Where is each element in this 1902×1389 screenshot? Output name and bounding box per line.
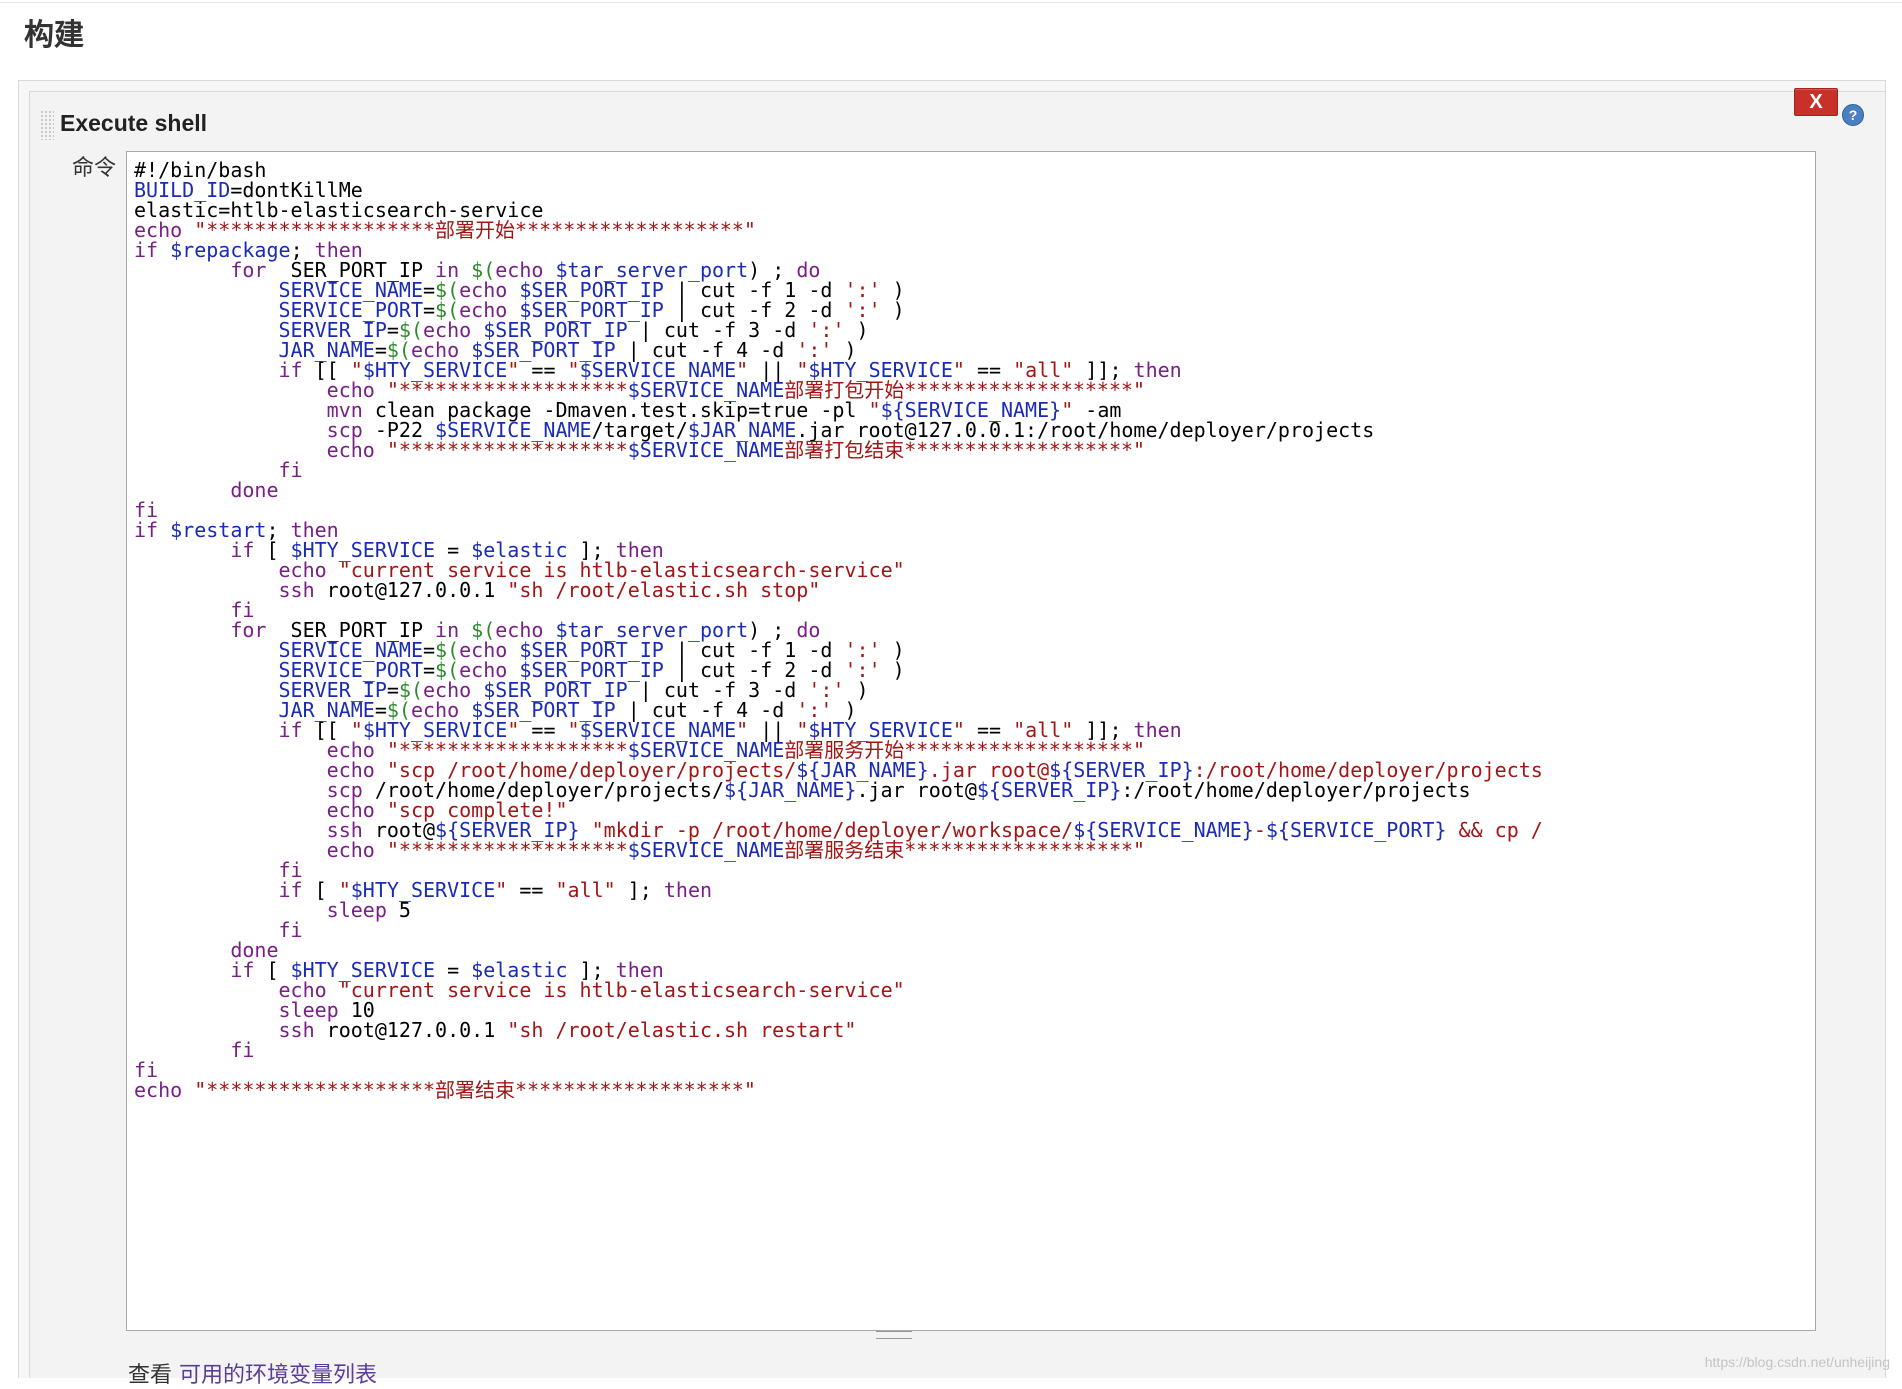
code-line: scp /root/home/deployer/projects/${JAR_N… bbox=[326, 778, 1471, 802]
code-line: sleep 5 bbox=[326, 898, 411, 922]
code-line: fi bbox=[230, 598, 255, 622]
code-line: ssh root@${SERVER_IP} "mkdir -p /root/ho… bbox=[326, 818, 1543, 842]
code-line: fi bbox=[134, 1058, 159, 1082]
command-code[interactable]: #!/bin/bash BUILD_ID=dontKillMe elastic=ht… bbox=[134, 160, 1543, 1100]
code-line: echo "*******************$SERVICE_NAME部署… bbox=[326, 738, 1146, 762]
code-line: SERVICE_NAME=$(echo $SER_PORT_IP | cut -… bbox=[278, 278, 905, 302]
code-line: ssh root@127.0.0.1 "sh /root/elastic.sh … bbox=[278, 578, 821, 602]
step-title: Execute shell bbox=[60, 110, 208, 136]
build-step-inner: Execute shell X ? 命令 #!/bin/bash BUILD_ID… bbox=[29, 88, 1885, 1388]
code-line: if [[ "$HTY_SERVICE" == "$SERVICE_NAME" … bbox=[278, 358, 1182, 382]
code-line: if [ $HTY_SERVICE = $elastic ]; then bbox=[230, 538, 664, 562]
section-title: 构建 bbox=[24, 18, 84, 53]
watermark: https://blog.csdn.net/unheijing bbox=[1704, 1354, 1890, 1370]
code-line: mvn clean package -Dmaven.test.skip=true… bbox=[326, 398, 1122, 422]
code-line: echo "*******************部署开始***********… bbox=[134, 218, 756, 242]
code-line: JAR_NAME=$(echo $SER_PORT_IP | cut -f 4 … bbox=[278, 338, 857, 362]
code-line: done bbox=[230, 938, 279, 962]
code-line: done bbox=[230, 478, 279, 502]
code-line: echo "*******************部署结束***********… bbox=[134, 1078, 756, 1102]
code-line: if $repackage; then bbox=[134, 238, 363, 262]
textarea-resize-grip[interactable] bbox=[876, 1331, 912, 1339]
code-line: echo "scp /root/home/deployer/projects/$… bbox=[326, 758, 1543, 782]
code-line: SERVICE_PORT=$(echo $SER_PORT_IP | cut -… bbox=[278, 298, 905, 322]
code-line: fi bbox=[278, 918, 303, 942]
code-line: if $restart; then bbox=[134, 518, 339, 542]
drag-handle-icon[interactable] bbox=[40, 110, 54, 140]
code-line: fi bbox=[230, 1038, 255, 1062]
code-line: SERVICE_PORT=$(echo $SER_PORT_IP | cut -… bbox=[278, 658, 905, 682]
code-line: SERVER_IP=$(echo $SER_PORT_IP | cut -f 3… bbox=[278, 678, 869, 702]
delete-step-button[interactable]: X bbox=[1794, 88, 1838, 116]
code-line: scp -P22 $SERVICE_NAME/target/$JAR_NAME.… bbox=[326, 418, 1375, 442]
code-line: elastic=htlb-elasticsearch-service bbox=[134, 198, 544, 222]
env-vars-link[interactable]: 可用的环境变量列表 bbox=[179, 1363, 377, 1388]
code-line: echo "*******************$SERVICE_NAME部署… bbox=[326, 438, 1146, 462]
env-vars-line: 查看 可用的环境变量列表 bbox=[128, 1357, 377, 1389]
command-textarea[interactable]: #!/bin/bash BUILD_ID=dontKillMe elastic=ht… bbox=[126, 151, 1816, 1331]
code-line: JAR_NAME=$(echo $SER_PORT_IP | cut -f 4 … bbox=[278, 698, 857, 722]
code-line: echo "scp complete!" bbox=[326, 798, 568, 822]
code-line: fi bbox=[278, 858, 303, 882]
code-line: echo "*******************$SERVICE_NAME部署… bbox=[326, 838, 1146, 862]
code-line: if [ "$HTY_SERVICE" == "all" ]; then bbox=[278, 878, 713, 902]
code-line: sleep 10 bbox=[278, 998, 375, 1022]
code-line: if [ $HTY_SERVICE = $elastic ]; then bbox=[230, 958, 664, 982]
build-step-panel: Execute shell X ? 命令 #!/bin/bash BUILD_ID… bbox=[18, 80, 1886, 1388]
code-line: fi bbox=[278, 458, 303, 482]
top-divider bbox=[0, 2, 1902, 3]
code-line: SERVICE_NAME=$(echo $SER_PORT_IP | cut -… bbox=[278, 638, 905, 662]
code-line: BUILD_ID=dontKillMe bbox=[134, 178, 363, 202]
code-line: echo "current service is htlb-elasticsea… bbox=[278, 558, 905, 582]
code-line: #!/bin/bash bbox=[134, 158, 267, 182]
code-line: echo "current service is htlb-elasticsea… bbox=[278, 978, 905, 1002]
code-line: echo "*******************$SERVICE_NAME部署… bbox=[326, 378, 1146, 402]
help-icon[interactable]: ? bbox=[1842, 104, 1864, 126]
code-line: for SER_PORT_IP in $(echo $tar_server_po… bbox=[230, 258, 821, 282]
code-line: for SER_PORT_IP in $(echo $tar_server_po… bbox=[230, 618, 821, 642]
code-line: if [[ "$HTY_SERVICE" == "$SERVICE_NAME" … bbox=[278, 718, 1182, 742]
command-label: 命令 bbox=[72, 156, 117, 181]
code-line: SERVER_IP=$(echo $SER_PORT_IP | cut -f 3… bbox=[278, 318, 869, 342]
env-vars-prefix: 查看 bbox=[128, 1363, 179, 1388]
code-line: ssh root@127.0.0.1 "sh /root/elastic.sh … bbox=[278, 1018, 857, 1042]
code-line: fi bbox=[134, 498, 159, 522]
